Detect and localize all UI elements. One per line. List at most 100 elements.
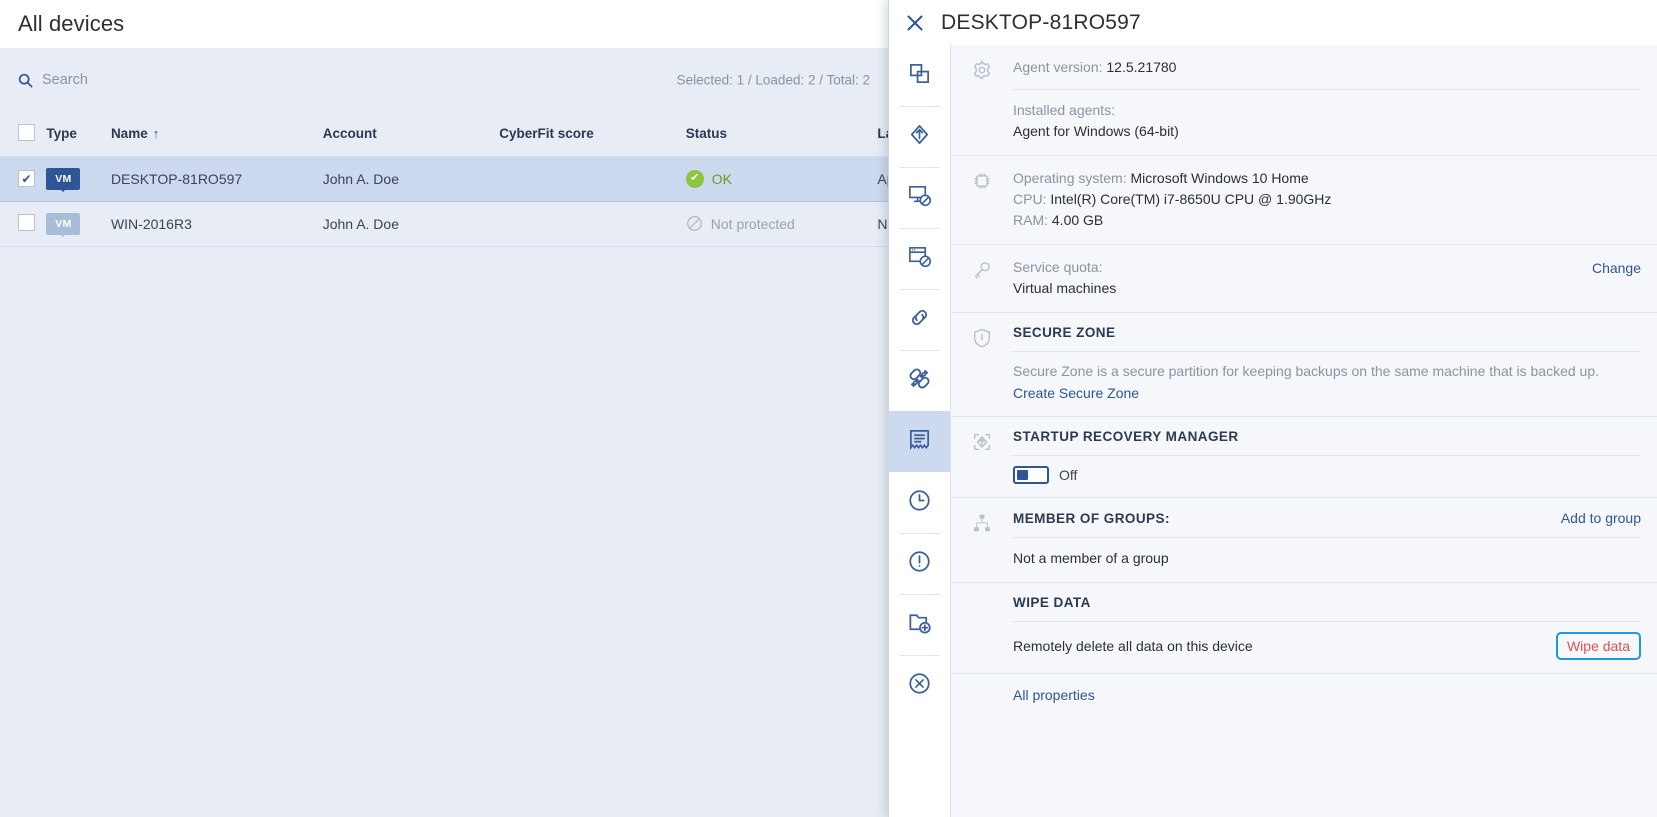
row-checkbox-checked[interactable]: ✔ [18, 170, 35, 188]
search-input[interactable]: Search [18, 72, 88, 88]
panel-header: DESKTOP-81RO597 [889, 0, 1657, 45]
wipe-data-description: Remotely delete all data on this device [1013, 637, 1253, 654]
row-status-label: Not protected [710, 215, 795, 232]
service-quota-value: Virtual machines [1013, 280, 1117, 296]
rail-item-link[interactable] [889, 289, 950, 350]
row-account: John A. Doe [322, 201, 500, 247]
change-quota-link[interactable]: Change [1592, 260, 1641, 276]
row-status-label: OK [711, 170, 733, 187]
startup-recovery-toggle[interactable] [1013, 466, 1049, 484]
rail-item-remove[interactable] [889, 655, 950, 716]
wipe-data-button[interactable]: Wipe data [1555, 632, 1641, 660]
gear-icon [951, 45, 1013, 155]
os-row: Operating system: Microsoft Windows 10 H… [1013, 168, 1641, 189]
row-status: Not protected [685, 201, 878, 247]
disable-machine-icon [907, 183, 932, 213]
rail-item-details[interactable] [889, 411, 950, 472]
startup-recovery-toggle-state: Off [1059, 467, 1078, 483]
row-type-cell: VM [46, 155, 111, 202]
vm-icon-stand [57, 231, 70, 237]
rail-item-overview[interactable] [889, 45, 950, 106]
row-cyberfit-score [499, 201, 686, 247]
ram-row: RAM: 4.00 GB [1013, 210, 1641, 231]
key-icon [951, 245, 1013, 312]
agent-version-row: Agent version: 12.5.21780 [1013, 57, 1641, 78]
column-header-status[interactable]: Status [685, 112, 878, 157]
row-select-cell[interactable] [0, 201, 47, 247]
row-name: DESKTOP-81RO597 [110, 155, 323, 202]
page-title-bar: All devices [0, 0, 888, 48]
patch-icon [907, 366, 932, 396]
divider [1013, 89, 1641, 90]
divider [1013, 537, 1641, 538]
status-ok-icon: ✔ [685, 169, 704, 188]
list-toolbar: Search Selected: 1 / Loaded: 2 / Total: … [0, 48, 888, 112]
link-icon [907, 305, 932, 335]
rail-item-activities[interactable] [889, 472, 950, 533]
os-label: Operating system: [1013, 170, 1127, 186]
column-header-cyberfit-score[interactable]: CyberFit score [499, 112, 686, 157]
rail-item-disable-window[interactable] [889, 228, 950, 289]
devices-list-area: All devices Search Selected: 1 / Loaded:… [0, 0, 1180, 817]
service-quota-label: Service quota: [1013, 259, 1103, 275]
shield-icon [951, 313, 1013, 416]
rail-item-disable-machine[interactable] [889, 167, 950, 228]
create-secure-zone-link[interactable]: Create Secure Zone [1013, 385, 1139, 401]
divider [1013, 351, 1641, 352]
divider [1013, 455, 1641, 456]
panel-detail-content: Agent version: 12.5.21780 Installed agen… [951, 45, 1657, 817]
row-select-cell[interactable]: ✔ [0, 155, 47, 202]
close-icon[interactable] [905, 13, 925, 33]
rail-item-recovery[interactable] [889, 106, 950, 167]
secure-zone-heading: SECURE ZONE [1013, 325, 1116, 340]
vm-icon: VM [46, 165, 81, 192]
section-system: Operating system: Microsoft Windows 10 H… [951, 156, 1657, 245]
select-all-header[interactable] [0, 112, 47, 157]
section-service-quota: Service quota: Change Virtual machines [951, 245, 1657, 313]
device-details-panel: DESKTOP-81RO597 Agent version: 12.5.2178… [888, 0, 1657, 817]
row-status: ✔ OK [685, 155, 878, 202]
status-not-protected-icon [686, 215, 703, 232]
add-to-group-link[interactable]: Add to group [1561, 510, 1641, 526]
clock-icon [907, 488, 932, 518]
column-header-name-label: Name [110, 126, 148, 142]
agent-version-value: 12.5.21780 [1106, 59, 1177, 75]
wipe-data-spacer [951, 583, 1013, 673]
page-title: All devices [18, 11, 125, 36]
vm-icon: VM [46, 210, 81, 237]
rail-item-add-folder[interactable] [889, 594, 950, 655]
disable-window-icon [907, 244, 932, 274]
alerts-icon [907, 549, 932, 579]
installed-agents-value: Agent for Windows (64-bit) [1013, 123, 1179, 139]
overview-icon [908, 62, 931, 90]
column-header-name[interactable]: Name ↑ [110, 112, 323, 157]
cpu-row: CPU: Intel(R) Core(TM) i7-8650U CPU @ 1.… [1013, 189, 1641, 210]
ram-label: RAM: [1013, 212, 1048, 228]
agent-version-label: Agent version: [1013, 59, 1103, 75]
search-icon [18, 73, 33, 88]
row-account: John A. Doe [322, 155, 500, 202]
search-placeholder: Search [42, 72, 88, 88]
section-startup-recovery-manager: STARTUP RECOVERY MANAGER Off [951, 417, 1657, 498]
cpu-label: CPU: [1013, 191, 1047, 207]
toggle-knob [1017, 470, 1028, 480]
section-wipe-data: WIPE DATA Remotely delete all data on th… [951, 583, 1657, 674]
cpu-icon [951, 156, 1013, 244]
sort-ascending-icon: ↑ [152, 126, 160, 142]
column-header-account[interactable]: Account [322, 112, 500, 157]
all-properties-link[interactable]: All properties [1013, 687, 1095, 703]
remove-icon [907, 671, 932, 701]
row-checkbox[interactable] [18, 213, 35, 231]
wipe-data-heading: WIPE DATA [1013, 595, 1091, 610]
panel-body: Agent version: 12.5.21780 Installed agen… [889, 45, 1657, 817]
rail-item-patch[interactable] [889, 350, 950, 411]
vm-icon-stand [57, 186, 70, 192]
section-secure-zone: SECURE ZONE Secure Zone is a secure part… [951, 313, 1657, 417]
os-value: Microsoft Windows 10 Home [1130, 170, 1309, 186]
rail-item-alerts[interactable] [889, 533, 950, 594]
details-icon [907, 427, 932, 457]
column-header-type[interactable]: Type [46, 112, 111, 157]
select-all-checkbox[interactable] [18, 123, 35, 141]
list-counts: Selected: 1 / Loaded: 2 / Total: 2 [676, 72, 870, 88]
section-agent: Agent version: 12.5.21780 Installed agen… [951, 45, 1657, 156]
